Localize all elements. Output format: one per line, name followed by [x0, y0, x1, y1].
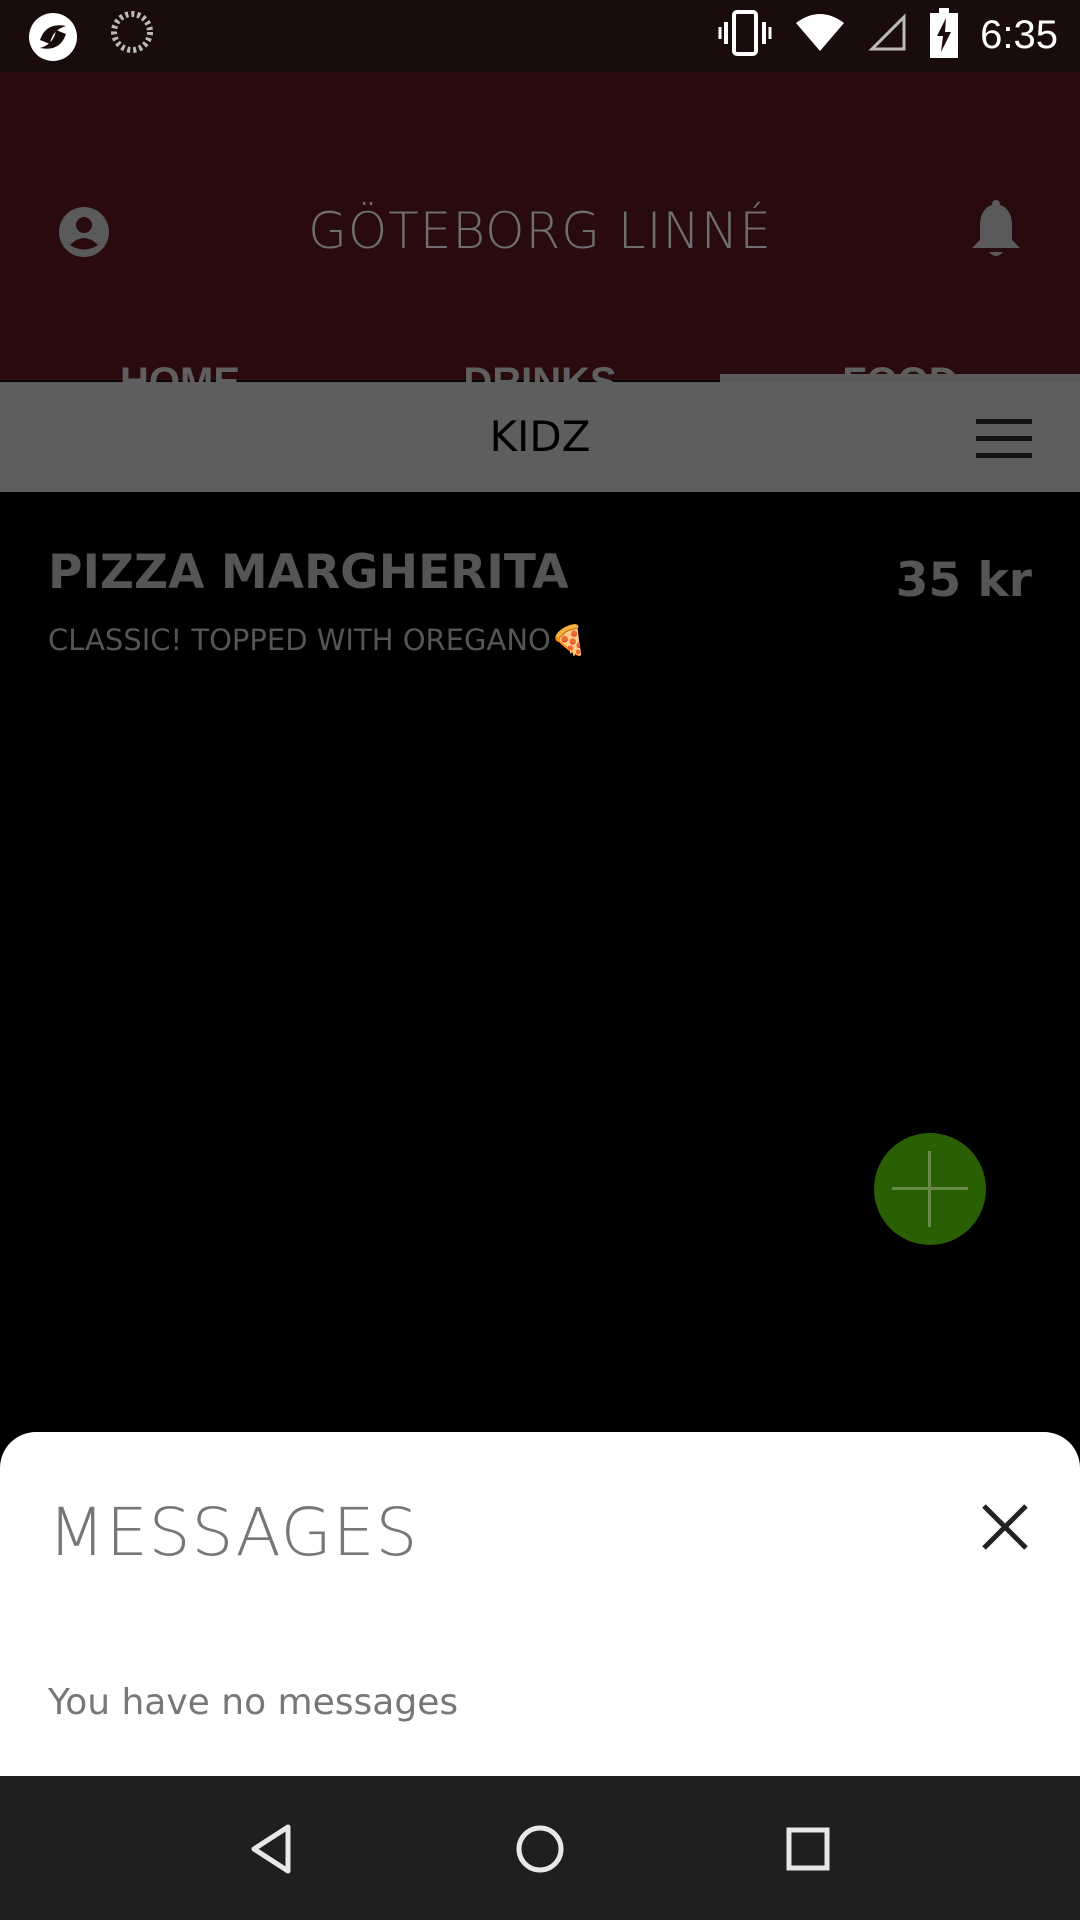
battery-charging-icon	[930, 8, 959, 63]
system-nav-bar	[0, 1776, 1080, 1920]
wifi-icon	[794, 13, 846, 58]
subcategory-title: KIDZ	[489, 412, 591, 461]
menu-item-name: PIZZA MARGHERITA	[48, 545, 569, 600]
messages-sheet: MESSAGES You have no messages	[0, 1432, 1080, 1776]
signal-icon	[868, 13, 908, 58]
recents-icon	[780, 1827, 836, 1881]
app-notification-icon	[26, 10, 80, 69]
app-header: GÖTEBORG LINNÉ HOME DRINKS FOOD	[0, 72, 1080, 404]
recents-button[interactable]	[780, 1821, 836, 1877]
page-title: GÖTEBORG LINNÉ	[308, 202, 772, 260]
tab-selected-indicator	[720, 374, 1080, 382]
home-button[interactable]	[512, 1821, 568, 1877]
back-icon	[244, 1824, 300, 1881]
status-time: 6:35	[980, 13, 1058, 57]
menu-item[interactable]: PIZZA MARGHERITA CLASSIC! TOPPED WITH OR…	[48, 545, 1032, 665]
hamburger-menu-icon[interactable]	[976, 419, 1032, 459]
menu-item-price: 35 kr	[895, 553, 1032, 608]
vibrate-icon	[718, 8, 772, 63]
add-button[interactable]	[874, 1133, 986, 1245]
loading-icon	[110, 10, 154, 69]
notifications-button[interactable]	[968, 200, 1024, 260]
close-button[interactable]	[980, 1502, 1030, 1552]
messages-title: MESSAGES	[48, 1494, 419, 1571]
bell-icon	[968, 200, 1024, 264]
menu-item-description: CLASSIC! TOPPED WITH OREGANO🍕	[48, 623, 587, 657]
back-button[interactable]	[244, 1821, 300, 1877]
home-icon	[512, 1825, 568, 1881]
close-icon	[980, 1504, 1030, 1556]
subcategory-bar: KIDZ	[0, 382, 1080, 492]
status-bar: 6:35	[0, 0, 1080, 72]
empty-messages-text: You have no messages	[48, 1682, 459, 1723]
